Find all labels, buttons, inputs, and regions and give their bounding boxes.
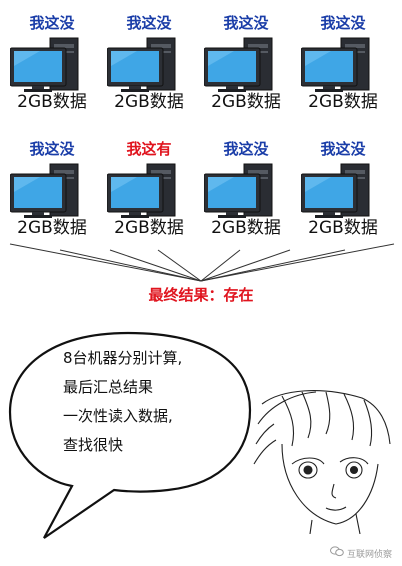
watermark: 互联网侦察 bbox=[329, 546, 392, 560]
manga-character-illustration bbox=[253, 390, 391, 534]
wechat-icon bbox=[329, 546, 344, 560]
bubble-text: 8台机器分别计算, 最后汇总结果 一次性读入数据, 查找很快 bbox=[63, 344, 182, 460]
watermark-text: 互联网侦察 bbox=[346, 549, 392, 560]
bubble-line: 8台机器分别计算, bbox=[63, 349, 183, 367]
bubble-line: 查找很快 bbox=[63, 436, 124, 454]
bubble-line: 一次性读入数据, bbox=[63, 407, 173, 425]
bubble-line: 最后汇总结果 bbox=[63, 378, 154, 396]
